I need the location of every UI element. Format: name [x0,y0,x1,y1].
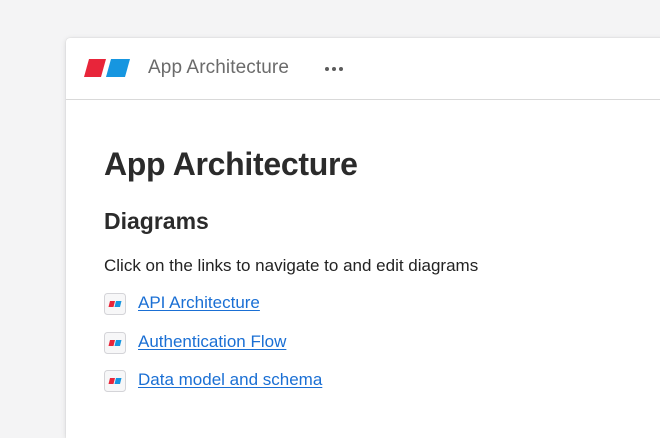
document-title[interactable]: App Architecture [148,57,289,79]
more-horizontal-icon-dot [339,67,343,71]
diagram-link-authentication-flow[interactable]: Authentication Flow [138,331,286,353]
diagram-file-icon [104,293,126,315]
diagram-link-list: API Architecture Authentication Flow Dat… [104,292,322,408]
list-item: Data model and schema [104,369,322,408]
more-options-button[interactable] [320,60,348,78]
page-background: App Architecture App Architecture Diagra… [0,0,660,438]
list-item: Authentication Flow [104,331,322,370]
diagram-file-icon [104,331,126,354]
page-title: App Architecture [104,146,358,182]
app-logo[interactable] [84,59,130,77]
list-item: API Architecture [104,292,322,331]
intro-text: Click on the links to navigate to and ed… [104,256,479,275]
diagram-link-api-architecture[interactable]: API Architecture [138,292,260,314]
app-window: App Architecture App Architecture Diagra… [66,38,660,438]
diagram-link-data-model-and-schema[interactable]: Data model and schema [138,369,322,391]
top-bar: App Architecture [66,38,660,100]
more-horizontal-icon-dot [332,67,336,71]
diagram-file-icon [104,370,126,392]
more-horizontal-icon [325,67,329,71]
section-heading: Diagrams [104,208,209,234]
